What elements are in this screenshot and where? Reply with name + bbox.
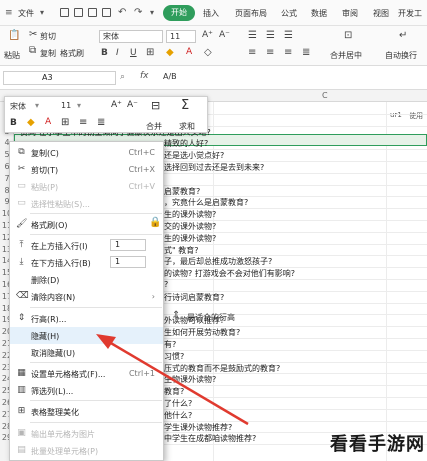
watermark: 看看手游网 xyxy=(330,434,425,455)
arrow-head xyxy=(96,334,116,349)
annotation-arrow xyxy=(96,334,249,426)
arrow-shaft xyxy=(103,337,249,426)
